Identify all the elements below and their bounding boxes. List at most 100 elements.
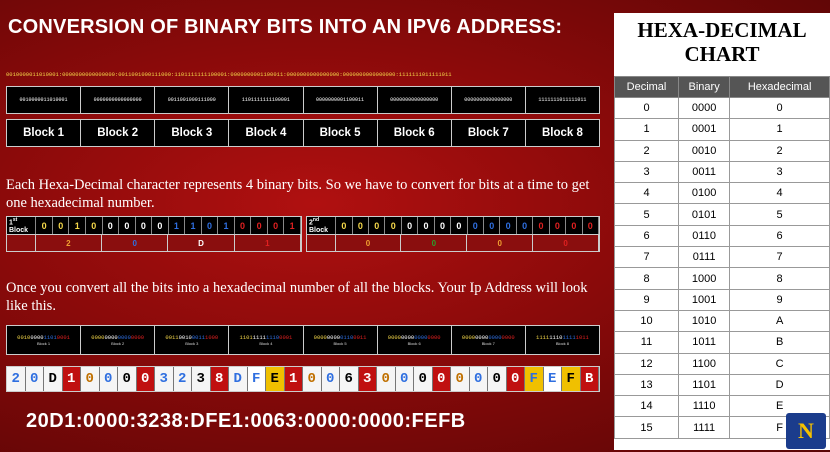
bit-cell: 1 <box>218 217 235 234</box>
hex-char: D <box>44 367 63 391</box>
chart-cell: 1100 <box>678 352 731 375</box>
hex-cell: D <box>168 235 235 251</box>
hex-char: 1 <box>62 367 81 391</box>
chart-cell: 4 <box>613 182 680 205</box>
chart-cell: 2 <box>729 139 830 162</box>
chart-cell: 0111 <box>678 246 731 269</box>
bit-cell: 1 <box>185 217 202 234</box>
hex-cell: 0 <box>401 235 468 251</box>
chart-cell: 1001 <box>678 288 731 311</box>
chart-cell: 11 <box>613 331 680 354</box>
bit-cell: 0 <box>533 217 550 234</box>
hex-char: 3 <box>155 367 174 391</box>
chart-cell: 0110 <box>678 224 731 248</box>
chart-row: 2 0010 2 <box>613 139 830 162</box>
hex-char: 0 <box>432 367 451 391</box>
hex-char: 3 <box>192 367 211 391</box>
bit-cell: 0 <box>468 217 485 234</box>
hex-char: 2 <box>174 367 192 391</box>
hex-char: 6 <box>340 367 359 391</box>
hex-char: F <box>525 367 544 391</box>
chart-row: 11 1011 B <box>613 331 830 354</box>
bit-cell: 1 <box>69 217 86 234</box>
chart-cell: 1 <box>729 118 830 141</box>
hex-char: 0 <box>470 367 488 391</box>
block-tag-suffix: nd <box>312 216 320 223</box>
chart-cell: 3 <box>729 160 830 184</box>
chart-cell: 12 <box>613 352 680 375</box>
hex-char: 0 <box>322 367 340 391</box>
chart-cell: 5 <box>729 203 830 226</box>
chart-row: 12 1100 C <box>613 352 830 375</box>
chart-cell: 10 <box>613 309 680 333</box>
bit-cell: 0 <box>484 217 501 234</box>
chart-cell: 1111 <box>678 416 731 439</box>
hex-char: 8 <box>210 367 229 391</box>
bit-cell: 0 <box>451 217 468 234</box>
explanation-text-1: Each Hexa-Decimal character represents 4… <box>6 177 590 211</box>
chart-cell: 1101 <box>678 373 731 397</box>
bit-cell: 0 <box>566 217 583 234</box>
chart-row: 5 0101 5 <box>613 203 830 226</box>
bit-cell: 0 <box>435 217 452 234</box>
block-label: Block 3 <box>155 120 230 146</box>
hex-cell: 0 <box>533 235 599 251</box>
chart-cell: 1000 <box>678 267 731 290</box>
block-bits: 0010000011010001 <box>7 87 82 113</box>
hex-char: 0 <box>303 367 322 391</box>
chart-row: 9 1001 9 <box>613 288 830 311</box>
block-bits: 0011001000111000 <box>155 87 230 113</box>
bit-cell: 0 <box>251 217 268 234</box>
bit-cell: 0 <box>53 217 70 234</box>
chart-cell: 3 <box>613 160 680 184</box>
colored-block-label: Block 2 <box>111 341 125 346</box>
bit-cell: 0 <box>550 217 567 234</box>
hex-char: 0 <box>136 367 155 391</box>
hex-cell: 1 <box>235 235 301 251</box>
colored-block: 0000000001100011 Block 5 <box>304 326 378 354</box>
bit-cell: 0 <box>369 217 386 234</box>
hex-cell: 0 <box>336 235 402 251</box>
bit-cell: 0 <box>202 217 219 234</box>
chart-row: 0 0000 0 <box>613 96 830 120</box>
chart-cell: 1010 <box>678 309 731 333</box>
hex-char: D <box>229 367 248 391</box>
hex-cell: 0 <box>467 235 534 251</box>
chart-cell: 8 <box>613 267 680 290</box>
chart-cell: 13 <box>613 373 680 397</box>
colored-bits: 0000000000000000 <box>387 334 441 341</box>
hex-char: 3 <box>358 367 377 391</box>
chart-row: 10 1010 A <box>613 309 830 333</box>
example-block-2: 2nd Block 0 0 0 0 0 0 0 0 0 0 0 0 0 0 0 0 0 0 0 0 <box>306 216 600 252</box>
hex-char: 0 <box>26 367 44 391</box>
colored-block: 0010000011010001 Block 1 <box>7 326 82 354</box>
block-label: Block 8 <box>541 127 583 139</box>
hex-characters-row: 20D100003238DFE1006300000000FEFB <box>6 366 600 392</box>
colored-block-label: Block 4 <box>259 341 273 346</box>
chart-cell: 7 <box>729 246 830 269</box>
colored-block: 0000000000000000 Block 2 <box>81 326 156 354</box>
chart-row: 6 0110 6 <box>613 224 830 248</box>
block-bits: 0000000001100011 <box>304 87 378 113</box>
bit-cell: 0 <box>36 217 53 234</box>
hex-char: 0 <box>118 367 137 391</box>
block-labels-row: Block 1 Block 2 Block 3 Block 4 Block 5 Block… <box>6 119 600 147</box>
bit-cell: 0 <box>583 217 599 234</box>
hex-char: 2 <box>7 367 26 391</box>
block-bits: 0000000000000000 <box>81 87 156 113</box>
block-label: Block 4 <box>229 120 304 146</box>
example-block-1: 1st Block 0 0 1 0 0 0 0 0 1 1 0 1 0 0 0 1 2 0 D 1 <box>6 216 302 252</box>
hex-cell: 0 <box>102 235 169 251</box>
chart-cell: 1 <box>613 118 680 141</box>
hex-char: B <box>580 367 599 391</box>
chart-row: 1 0001 1 <box>613 118 830 141</box>
colored-bits: 0000000000000000 <box>91 334 145 341</box>
chart-cell: 0000 <box>678 96 731 120</box>
chart-cell: 0 <box>729 96 830 120</box>
bit-cell: 0 <box>418 217 435 234</box>
chart-row: 4 0100 4 <box>613 182 830 205</box>
chart-cell: 0010 <box>678 139 731 162</box>
colored-bits: 1101111111100001 <box>239 334 293 341</box>
block-bits: 0000000000000000 <box>378 87 452 113</box>
bit-cell: 0 <box>119 217 136 234</box>
